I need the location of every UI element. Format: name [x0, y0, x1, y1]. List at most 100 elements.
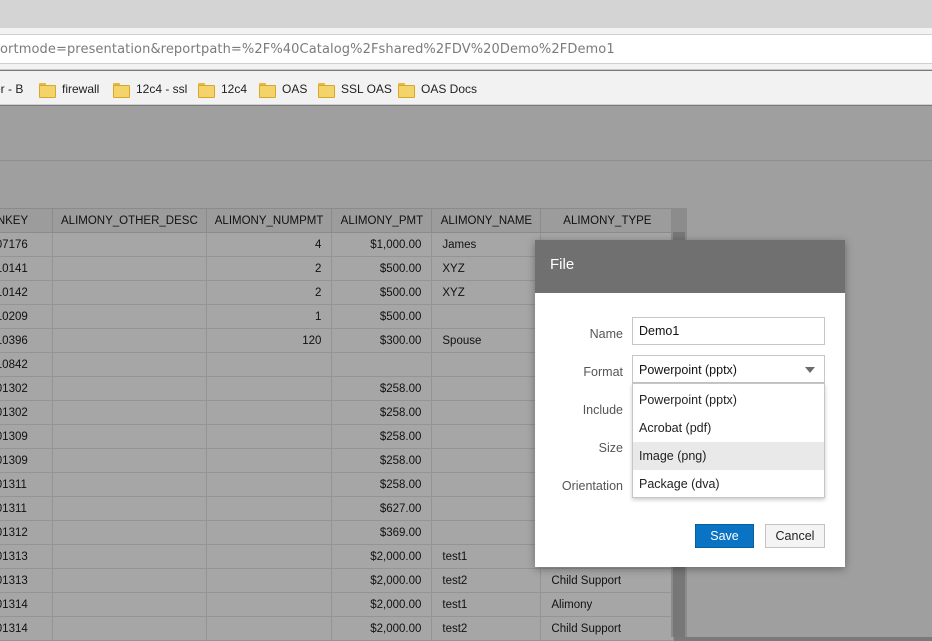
bookmark-label: SSL OAS	[341, 82, 392, 96]
column-header[interactable]: ALIMONY_NUMPMT	[205, 208, 333, 233]
bookmark-item[interactable]: er - B	[0, 80, 23, 98]
dialog-title: File	[550, 256, 575, 273]
table-row[interactable]: 0001314 $2,000.00test1Alimony	[0, 592, 675, 617]
toolbar-divider	[0, 160, 932, 161]
table-cell: 0001313	[0, 568, 53, 593]
table-cell	[205, 592, 333, 617]
column-header[interactable]: ALIMONY_TYPE	[540, 208, 675, 233]
folder-icon	[318, 82, 335, 98]
bookmark-item-oas[interactable]: OAS	[259, 80, 307, 98]
format-selected-value: Powerpoint (pptx)	[639, 363, 737, 377]
column-header[interactable]: ALIMONY_OTHER_DESC	[52, 208, 207, 233]
table-cell: 0001309	[0, 424, 53, 449]
table-cell	[431, 304, 542, 329]
table-cell	[52, 544, 207, 569]
table-cell	[52, 424, 207, 449]
bookmarks-bar: er - B firewall 12c4 - ssl 12c4 OAS SSL …	[0, 71, 932, 105]
table-cell: James	[431, 232, 542, 257]
table-cell	[52, 232, 207, 257]
table-cell	[52, 256, 207, 281]
table-cell	[431, 352, 542, 377]
url-text: ortmode=presentation&reportpath=%2F%40Ca…	[0, 42, 615, 57]
format-option-png[interactable]: Image (png)	[633, 442, 824, 470]
table-cell	[52, 400, 207, 425]
name-input[interactable]	[632, 317, 825, 345]
table-cell	[52, 520, 207, 545]
format-option-pdf[interactable]: Acrobat (pdf)	[633, 414, 824, 442]
table-cell	[205, 472, 333, 497]
column-header[interactable]: NKEY	[0, 208, 53, 233]
bookmark-label: 12c4	[221, 82, 248, 96]
table-cell: $500.00	[331, 304, 433, 329]
url-field[interactable]: ortmode=presentation&reportpath=%2F%40Ca…	[0, 34, 932, 64]
table-cell	[205, 544, 333, 569]
chevron-down-icon[interactable]	[805, 367, 815, 373]
table-cell: $1,000.00	[331, 232, 433, 257]
column-header[interactable]: ALIMONY_PMT	[331, 208, 433, 233]
bookmark-label: OAS Docs	[421, 82, 478, 96]
table-cell: test2	[431, 568, 542, 593]
table-cell: $500.00	[331, 280, 433, 305]
table-cell	[52, 592, 207, 617]
folder-icon	[198, 82, 215, 98]
table-cell: 2	[205, 280, 333, 305]
table-cell: $627.00	[331, 496, 433, 521]
table-cell	[331, 352, 433, 377]
bookmark-label: 12c4 - ssl	[136, 82, 188, 96]
bookmark-item-12c4-ssl[interactable]: 12c4 - ssl	[113, 80, 187, 98]
table-cell	[52, 448, 207, 473]
table-cell	[431, 496, 542, 521]
format-label: Format	[583, 365, 623, 379]
table-cell	[52, 280, 207, 305]
table-cell: 0010142	[0, 280, 53, 305]
table-cell	[431, 424, 542, 449]
bookmark-item-12c4[interactable]: 12c4	[198, 80, 247, 98]
folder-icon	[398, 82, 415, 98]
table-cell	[52, 568, 207, 593]
table-cell: 120	[205, 328, 333, 353]
table-cell: 0001302	[0, 376, 53, 401]
table-cell: $258.00	[331, 472, 433, 497]
table-cell	[52, 472, 207, 497]
table-cell: XYZ	[431, 256, 542, 281]
table-cell: 2	[205, 256, 333, 281]
table-cell: Child Support	[540, 568, 675, 593]
bookmark-item-ssl-oas[interactable]: SSL OAS	[318, 80, 392, 98]
table-row[interactable]: 0001313 $2,000.00test2Child Support	[0, 568, 675, 593]
table-cell	[431, 472, 542, 497]
save-button[interactable]: Save	[695, 524, 754, 548]
table-cell: 0001302	[0, 400, 53, 425]
table-cell: 0001314	[0, 592, 53, 617]
format-option-dva[interactable]: Package (dva)	[633, 470, 824, 498]
table-cell: 0010141	[0, 256, 53, 281]
table-cell	[431, 520, 542, 545]
bookmark-item-oas-docs[interactable]: OAS Docs	[398, 80, 477, 98]
table-cell: 0001309	[0, 448, 53, 473]
table-cell: Spouse	[431, 328, 542, 353]
folder-icon	[113, 82, 130, 98]
table-cell: $258.00	[331, 400, 433, 425]
address-bar: ortmode=presentation&reportpath=%2F%40Ca…	[0, 28, 932, 70]
cancel-button[interactable]: Cancel	[765, 524, 825, 548]
format-option-pptx[interactable]: Powerpoint (pptx)	[633, 386, 824, 414]
format-dropdown-list: Powerpoint (pptx) Acrobat (pdf) Image (p…	[632, 383, 825, 498]
format-select[interactable]: Powerpoint (pptx)	[632, 355, 825, 383]
table-cell: XYZ	[431, 280, 542, 305]
table-cell: 1	[205, 304, 333, 329]
bookmark-label: er - B	[0, 82, 24, 96]
file-dialog: File Name Format Powerpoint (pptx) Inclu…	[535, 240, 845, 567]
table-cell: $369.00	[331, 520, 433, 545]
table-cell	[205, 376, 333, 401]
folder-icon	[259, 82, 276, 98]
table-cell	[52, 376, 207, 401]
table-cell: 0010209	[0, 304, 53, 329]
column-header[interactable]: ALIMONY_NAME	[431, 208, 542, 233]
table-cell: $2,000.00	[331, 568, 433, 593]
table-cell	[431, 400, 542, 425]
bookmark-label: firewall	[62, 82, 100, 96]
table-cell: $2,000.00	[331, 592, 433, 617]
bookmark-item-firewall[interactable]: firewall	[39, 80, 99, 98]
table-cell: Alimony	[540, 592, 675, 617]
table-cell	[205, 352, 333, 377]
table-cell: $500.00	[331, 256, 433, 281]
